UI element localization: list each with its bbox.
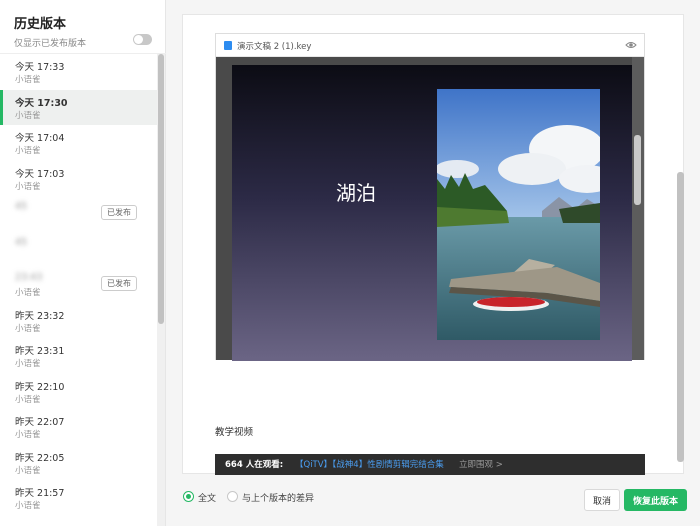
- version-author: 小语雀: [15, 323, 41, 334]
- embed-scroll-thumb[interactable]: [634, 135, 641, 205]
- version-author: 小语雀: [15, 465, 41, 476]
- cancel-button[interactable]: 取消: [584, 489, 620, 511]
- version-history-app: 历史版本 仅显示已发布版本 今天 17:33 小语雀 今天 17:30 小语雀 今天 1…: [0, 0, 700, 526]
- preview-scroll-thumb[interactable]: [677, 172, 684, 462]
- diff-radio[interactable]: [227, 491, 238, 502]
- sidebar-title: 历史版本: [14, 17, 67, 32]
- version-item[interactable]: 今天 17:04 小语雀: [0, 125, 157, 161]
- watch-now-link[interactable]: 立即围观 >: [459, 458, 503, 470]
- version-time: 昨天 22:10: [15, 381, 65, 393]
- version-item[interactable]: 昨天 22:07 小语雀: [0, 409, 157, 445]
- diff-label[interactable]: 与上个版本的差异: [242, 491, 314, 504]
- published-badge: 已发布: [101, 205, 137, 220]
- version-time: 今天 17:04: [15, 133, 65, 144]
- version-item[interactable]: 昨天 23:32 小语雀: [0, 303, 157, 339]
- viewer-count: 664 人在观看:: [225, 460, 284, 470]
- version-item[interactable]: 今天 17:03 小语雀: [0, 161, 157, 197]
- restore-version-button[interactable]: 恢复此版本: [624, 489, 687, 511]
- keynote-embed: 演示文稿 2 (1).key 湖泊: [215, 33, 645, 361]
- version-author: 小语雀: [15, 110, 41, 121]
- slide-scrollbar[interactable]: [632, 57, 644, 360]
- embed-file-name[interactable]: 演示文稿 2 (1).key: [237, 40, 311, 52]
- version-item[interactable]: 昨天 22:10 小语雀: [0, 374, 157, 410]
- version-list: 今天 17:33 小语雀 今天 17:30 小语雀 今天 17:04 小语雀 今天 17:0…: [0, 54, 157, 526]
- footer-bar: 全文 与上个版本的差异 取消 恢复此版本: [166, 480, 700, 526]
- slide: 湖泊: [232, 65, 632, 361]
- version-author: 小语雀: [15, 359, 41, 369]
- keynote-file-icon: [224, 41, 232, 50]
- version-item[interactable]: 45: [0, 232, 157, 268]
- version-item[interactable]: 今天 17:30 小语雀: [0, 89, 157, 125]
- slide-title: 湖泊: [336, 181, 376, 205]
- version-author: 小语雀: [15, 430, 41, 440]
- version-author: 小语雀: [15, 288, 41, 298]
- version-item[interactable]: 昨天 23:31 小语雀: [0, 338, 157, 374]
- slide-viewer: 湖泊: [216, 57, 644, 361]
- video-banner[interactable]: 664 人在观看: 【QiTV】【战神4】性剧情剪辑完结合集 立即围观 >: [215, 454, 645, 475]
- version-author: 小语雀: [15, 501, 41, 511]
- version-item[interactable]: 今天 17:33 小语雀: [0, 54, 157, 90]
- version-time: 今天 17:33: [15, 62, 65, 73]
- version-preview: 演示文稿 2 (1).key 湖泊 教学视频 664 人在观看: 【QiTV】【…: [182, 14, 684, 475]
- version-item[interactable]: 昨天 22:05 小语雀: [0, 445, 157, 481]
- sidebar-scrollbar[interactable]: [157, 54, 165, 526]
- preview-scrollbar[interactable]: [677, 14, 685, 474]
- version-author: 小语雀: [15, 394, 41, 405]
- toggle-knob: [134, 35, 143, 44]
- section-heading: 教学视频: [215, 427, 254, 438]
- video-link[interactable]: 【QiTV】【战神4】性剧情剪辑完结合集: [295, 458, 444, 470]
- version-time: 昨天 23:32: [15, 310, 65, 322]
- eye-icon[interactable]: [625, 40, 637, 50]
- embed-header: 演示文稿 2 (1).key: [216, 34, 644, 57]
- version-time: 今天 17:03: [15, 168, 65, 180]
- published-only-toggle[interactable]: [133, 34, 152, 45]
- version-time: 23:43: [15, 272, 43, 283]
- version-author: 小语雀: [15, 181, 41, 192]
- version-time: 今天 17:30: [15, 97, 68, 109]
- full-text-label[interactable]: 全文: [198, 491, 216, 504]
- version-time: 45: [15, 236, 28, 248]
- sidebar-scroll-thumb[interactable]: [158, 54, 164, 324]
- version-time: 昨天 22:07: [15, 417, 65, 428]
- version-item[interactable]: 昨天 21:57 小语雀: [0, 480, 157, 516]
- version-time: 昨天 23:31: [15, 346, 65, 357]
- version-sidebar: 历史版本 仅显示已发布版本 今天 17:33 小语雀 今天 17:30 小语雀 今天 1…: [0, 0, 166, 526]
- version-time: 45: [15, 201, 28, 212]
- published-badge: 已发布: [101, 276, 137, 291]
- published-only-label: 仅显示已发布版本: [14, 39, 87, 49]
- version-time: 昨天 22:05: [15, 452, 65, 464]
- version-author: 小语雀: [15, 146, 41, 156]
- version-time: 昨天 21:57: [15, 488, 65, 499]
- full-text-radio[interactable]: [183, 491, 194, 502]
- version-item[interactable]: 23:43 小语雀 已发布: [0, 267, 157, 303]
- lake-photo: [437, 89, 600, 340]
- version-item[interactable]: 45 已发布: [0, 196, 157, 232]
- version-author: 小语雀: [15, 75, 41, 85]
